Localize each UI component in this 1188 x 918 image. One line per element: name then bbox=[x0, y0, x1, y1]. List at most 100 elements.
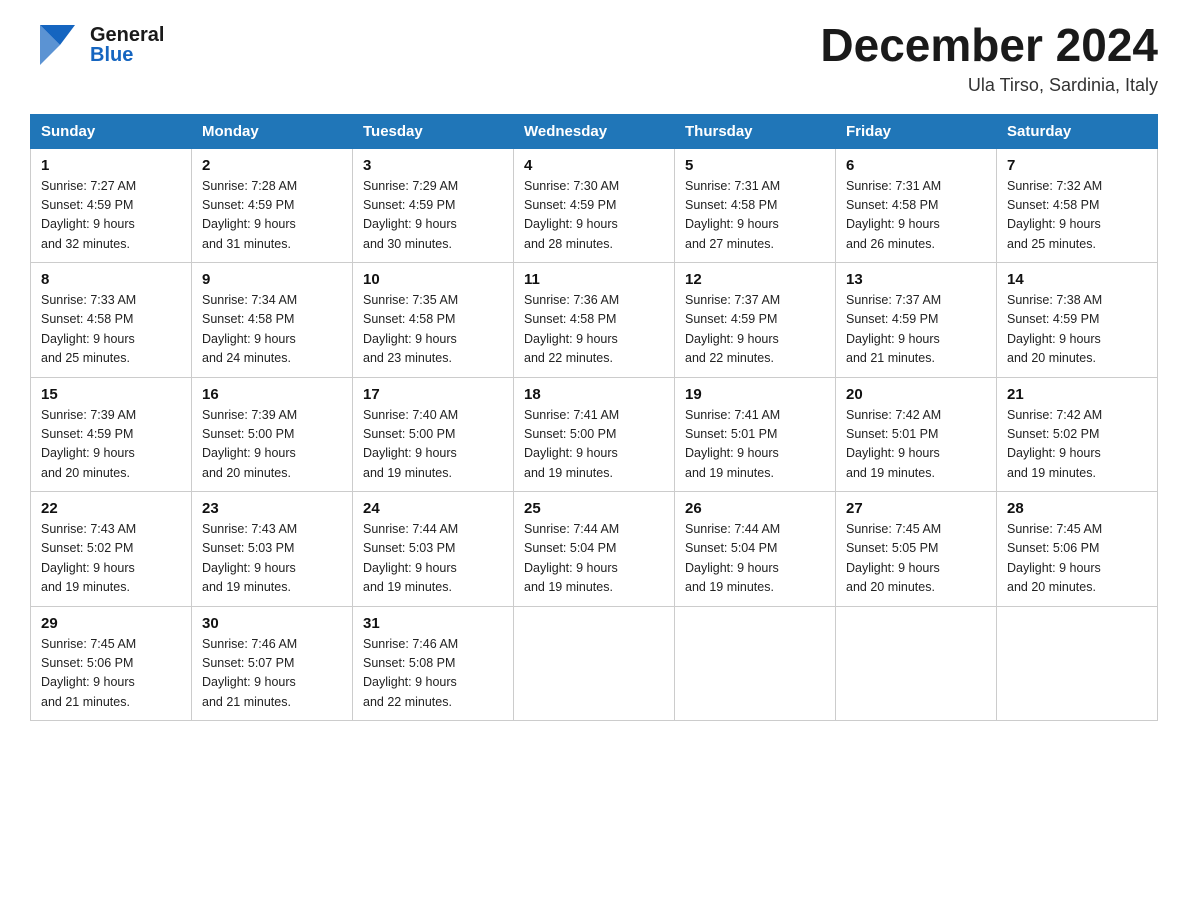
daylight-text: Daylight: 9 hours bbox=[363, 446, 457, 460]
sunrise-text: Sunrise: 7:43 AM bbox=[41, 522, 136, 536]
sunrise-text: Sunrise: 7:46 AM bbox=[202, 637, 297, 651]
sunrise-text: Sunrise: 7:34 AM bbox=[202, 293, 297, 307]
sunrise-text: Sunrise: 7:40 AM bbox=[363, 408, 458, 422]
table-row: 10 Sunrise: 7:35 AM Sunset: 4:58 PM Dayligh… bbox=[353, 263, 514, 378]
sunset-text: Sunset: 4:59 PM bbox=[685, 312, 777, 326]
sunset-text: Sunset: 5:03 PM bbox=[202, 541, 294, 555]
sunset-text: Sunset: 4:59 PM bbox=[363, 198, 455, 212]
table-row: 17Sunrise: 7:40 AMSunset: 5:00 PMDayligh… bbox=[353, 377, 514, 492]
daylight-text: Daylight: 9 hours bbox=[846, 561, 940, 575]
sunset-text: Sunset: 5:01 PM bbox=[685, 427, 777, 441]
day-number: 8 bbox=[41, 271, 181, 288]
day-info: Sunrise: 7:45 AM Sunset: 5:05 PM Daylight:… bbox=[846, 520, 986, 598]
logo: General Blue bbox=[30, 20, 164, 70]
daylight-text: Daylight: 9 hours bbox=[202, 446, 296, 460]
table-row: 25Sunrise: 7:44 AMSunset: 5:04 PMDayligh… bbox=[514, 492, 675, 607]
sunrise-text: Sunrise: 7:41 AM bbox=[524, 408, 619, 422]
daylight-text: Daylight: 9 hours bbox=[685, 561, 779, 575]
table-row: 14Sunrise: 7:38 AMSunset: 4:59 PMDayligh… bbox=[997, 263, 1158, 378]
table-row: 6 Sunrise: 7:31 AMSunset: 4:58 PMDaylight… bbox=[836, 148, 997, 263]
day-number: 21 bbox=[1007, 386, 1147, 403]
table-row bbox=[997, 606, 1158, 721]
weekday-header-row: Sunday Monday Tuesday Wednesday Thursday… bbox=[31, 114, 1158, 148]
table-row: 22Sunrise: 7:43 AMSunset: 5:02 PMDayligh… bbox=[31, 492, 192, 607]
day-info: Sunrise: 7:31 AMSunset: 4:58 PMDaylight:… bbox=[846, 177, 986, 255]
table-row: 4Sunrise: 7:30 AMSunset: 4:59 PMDaylight… bbox=[514, 148, 675, 263]
daylight-text: Daylight: 9 hours bbox=[41, 332, 135, 346]
sunset-text: Sunset: 4:58 PM bbox=[41, 312, 133, 326]
daylight-minutes-text: and 19 minutes. bbox=[41, 580, 130, 594]
sunrise-text: Sunrise: 7:35 AM bbox=[363, 293, 458, 307]
table-row: 5 Sunrise: 7:31 AMSunset: 4:58 PMDaylight… bbox=[675, 148, 836, 263]
daylight-text: Daylight: 9 hours bbox=[202, 217, 296, 231]
day-info: Sunrise: 7:37 AMSunset: 4:59 PMDaylight:… bbox=[846, 291, 986, 369]
header-tuesday: Tuesday bbox=[353, 114, 514, 148]
sunrise-text: Sunrise: 7:39 AM bbox=[202, 408, 297, 422]
daylight-text: Daylight: 9 hours bbox=[1007, 332, 1101, 346]
header-sunday: Sunday bbox=[31, 114, 192, 148]
day-number: 31 bbox=[363, 615, 503, 632]
day-number: 5 bbox=[685, 157, 825, 174]
month-title: December 2024 bbox=[820, 20, 1158, 71]
daylight-minutes-text: and 27 minutes. bbox=[685, 237, 774, 251]
day-info: Sunrise: 7:44 AMSunset: 5:04 PMDaylight:… bbox=[524, 520, 664, 598]
sunrise-text: Sunrise: 7:44 AM bbox=[685, 522, 780, 536]
day-info: Sunrise: 7:31 AMSunset: 4:58 PMDaylight:… bbox=[685, 177, 825, 255]
daylight-minutes-text: and 24 minutes. bbox=[202, 351, 291, 365]
calendar-header: Sunday Monday Tuesday Wednesday Thursday… bbox=[31, 114, 1158, 148]
daylight-minutes-text: and 22 minutes. bbox=[363, 695, 452, 709]
calendar-week-row: 29Sunrise: 7:45 AMSunset: 5:06 PMDayligh… bbox=[31, 606, 1158, 721]
daylight-minutes-text: and 25 minutes. bbox=[41, 351, 130, 365]
day-info: Sunrise: 7:44 AMSunset: 5:03 PMDaylight:… bbox=[363, 520, 503, 598]
day-info: Sunrise: 7:27 AMSunset: 4:59 PMDaylight:… bbox=[41, 177, 181, 255]
daylight-text: Daylight: 9 hours bbox=[524, 446, 618, 460]
calendar-week-row: 15Sunrise: 7:39 AMSunset: 4:59 PMDayligh… bbox=[31, 377, 1158, 492]
sunrise-text: Sunrise: 7:45 AM bbox=[41, 637, 136, 651]
day-number: 1 bbox=[41, 157, 181, 174]
day-info: Sunrise: 7:39 AMSunset: 4:59 PMDaylight:… bbox=[41, 406, 181, 484]
day-number: 10 bbox=[363, 271, 503, 288]
day-info: Sunrise: 7:43 AMSunset: 5:02 PMDaylight:… bbox=[41, 520, 181, 598]
day-number: 6 bbox=[846, 157, 986, 174]
table-row: 24Sunrise: 7:44 AMSunset: 5:03 PMDayligh… bbox=[353, 492, 514, 607]
sunset-text: Sunset: 5:04 PM bbox=[685, 541, 777, 555]
sunset-text: Sunset: 5:06 PM bbox=[1007, 541, 1099, 555]
sunset-text: Sunset: 4:58 PM bbox=[363, 312, 455, 326]
sunrise-text: Sunrise: 7:42 AM bbox=[846, 408, 941, 422]
calendar-body: 1 Sunrise: 7:27 AMSunset: 4:59 PMDaylight… bbox=[31, 148, 1158, 721]
daylight-minutes-text: and 19 minutes. bbox=[202, 580, 291, 594]
daylight-text: Daylight: 9 hours bbox=[363, 332, 457, 346]
sunset-text: Sunset: 4:58 PM bbox=[524, 312, 616, 326]
daylight-text: Daylight: 9 hours bbox=[524, 217, 618, 231]
day-number: 11 bbox=[524, 271, 664, 288]
sunrise-text: Sunrise: 7:43 AM bbox=[202, 522, 297, 536]
daylight-minutes-text: and 19 minutes. bbox=[363, 466, 452, 480]
day-number: 27 bbox=[846, 500, 986, 517]
table-row: 16Sunrise: 7:39 AMSunset: 5:00 PMDayligh… bbox=[192, 377, 353, 492]
daylight-minutes-text: and 30 minutes. bbox=[363, 237, 452, 251]
calendar-table: Sunday Monday Tuesday Wednesday Thursday… bbox=[30, 114, 1158, 722]
table-row: 30Sunrise: 7:46 AMSunset: 5:07 PMDayligh… bbox=[192, 606, 353, 721]
sunset-text: Sunset: 5:05 PM bbox=[846, 541, 938, 555]
day-info: Sunrise: 7:30 AMSunset: 4:59 PMDaylight:… bbox=[524, 177, 664, 255]
daylight-minutes-text: and 19 minutes. bbox=[524, 466, 613, 480]
table-row: 3Sunrise: 7:29 AMSunset: 4:59 PMDaylight… bbox=[353, 148, 514, 263]
table-row: 27 Sunrise: 7:45 AM Sunset: 5:05 PM Dayligh… bbox=[836, 492, 997, 607]
daylight-minutes-text: and 32 minutes. bbox=[41, 237, 130, 251]
sunset-text: Sunset: 4:59 PM bbox=[524, 198, 616, 212]
day-number: 23 bbox=[202, 500, 342, 517]
table-row: 1 Sunrise: 7:27 AMSunset: 4:59 PMDaylight… bbox=[31, 148, 192, 263]
header-wednesday: Wednesday bbox=[514, 114, 675, 148]
daylight-text: Daylight: 9 hours bbox=[1007, 561, 1101, 575]
sunrise-text: Sunrise: 7:45 AM bbox=[846, 522, 941, 536]
sunrise-text: Sunrise: 7:32 AM bbox=[1007, 179, 1102, 193]
daylight-text: Daylight: 9 hours bbox=[202, 675, 296, 689]
day-info: Sunrise: 7:42 AMSunset: 5:01 PMDaylight:… bbox=[846, 406, 986, 484]
sunset-text: Sunset: 5:00 PM bbox=[202, 427, 294, 441]
day-number: 28 bbox=[1007, 500, 1147, 517]
sunrise-text: Sunrise: 7:41 AM bbox=[685, 408, 780, 422]
page-header: General Blue December 2024 Ula Tirso, Sa… bbox=[30, 20, 1158, 96]
day-info: Sunrise: 7:46 AMSunset: 5:08 PMDaylight:… bbox=[363, 635, 503, 713]
table-row: 2Sunrise: 7:28 AMSunset: 4:59 PMDaylight… bbox=[192, 148, 353, 263]
table-row: 18Sunrise: 7:41 AMSunset: 5:00 PMDayligh… bbox=[514, 377, 675, 492]
